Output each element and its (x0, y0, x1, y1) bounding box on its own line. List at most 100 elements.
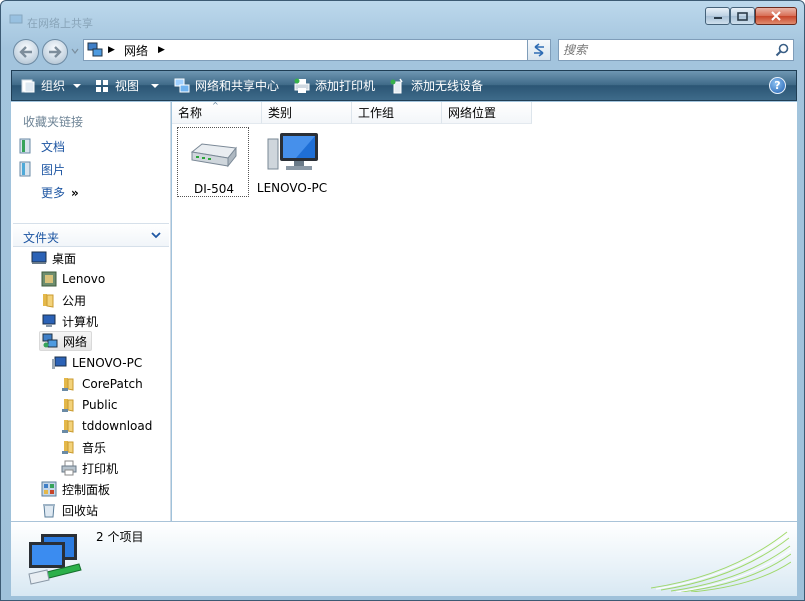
organize-button[interactable]: 组织 (20, 71, 82, 100)
network-icon (174, 78, 190, 92)
network-icon (42, 333, 58, 348)
folder-icon (43, 294, 54, 308)
column-header-workgroup[interactable]: 工作组 (352, 102, 442, 124)
column-header-name[interactable]: ^ 名称 (172, 101, 262, 124)
item-count: 2 个项目 (96, 530, 144, 544)
minimize-icon (713, 17, 722, 19)
tree-item-label: 计算机 (62, 314, 99, 329)
tree-item-label: 网络 (63, 334, 88, 349)
folders-heading: 文件夹 (23, 231, 60, 245)
favorite-item-pictures[interactable]: 图片 (19, 160, 65, 178)
column-header-label: 类别 (268, 106, 293, 120)
router-icon (190, 143, 237, 168)
organize-icon (21, 79, 35, 92)
list-item[interactable]: LENOVO-PC (256, 127, 328, 197)
back-button[interactable] (13, 39, 39, 65)
add-printer-label: 添加打印机 (315, 79, 376, 93)
tree-item-music[interactable]: 音乐 (61, 437, 106, 457)
desktop-icon (31, 251, 47, 264)
breadcrumb-chevron-icon[interactable]: ▶ (108, 45, 115, 55)
tree-item-label: 桌面 (52, 251, 77, 266)
tree-item-lenovo[interactable]: Lenovo (41, 269, 105, 289)
views-label: 视图 (115, 79, 140, 93)
search-input[interactable] (563, 42, 763, 58)
refresh-button[interactable] (527, 39, 551, 61)
tree-item-label: 音乐 (82, 440, 107, 455)
computer-icon (42, 314, 56, 327)
tree-item-corepatch[interactable]: CorePatch (61, 374, 143, 394)
address-bar[interactable]: ▶ 网络 ▶ (83, 39, 551, 61)
shared-folder-icon (62, 378, 74, 391)
favorite-item-documents[interactable]: 文档 (19, 137, 65, 155)
window-title: 在网络上共享 (27, 17, 93, 30)
favorite-item-label: 图片 (41, 162, 66, 177)
printer-icon (294, 78, 310, 93)
refresh-icon (534, 43, 544, 57)
views-button[interactable]: 视图 (94, 71, 160, 100)
tree-item-desktop[interactable]: 桌面 (31, 248, 76, 268)
tree-item-label: 公用 (62, 293, 87, 308)
add-printer-button[interactable]: 添加打印机 (294, 71, 375, 100)
close-button[interactable] (755, 7, 797, 25)
title-bar[interactable]: 在网络上共享 (1, 1, 804, 35)
documents-icon (19, 138, 31, 154)
tree-item-computer[interactable]: 计算机 (41, 311, 98, 331)
network-center-button[interactable]: 网络和共享中心 (174, 71, 279, 100)
user-folder-icon (41, 271, 57, 287)
column-header-network-location[interactable]: 网络位置 (442, 102, 532, 124)
tree-item-network[interactable]: 网络 (39, 331, 93, 351)
maximize-icon (737, 11, 748, 21)
arrow-left-icon (19, 46, 32, 58)
network-center-label: 网络和共享中心 (195, 79, 280, 93)
pictures-icon (19, 161, 31, 177)
navigation-pane: 收藏夹链接 文档 图片 更多 » 文件夹 桌面 Lenovo 公用 计算机 网络… (11, 102, 171, 521)
breadcrumb-network[interactable]: 网络 (124, 42, 148, 58)
recycle-bin-icon (43, 504, 55, 518)
tree-item-public-share[interactable]: Public (61, 395, 118, 415)
search-box[interactable] (558, 39, 794, 61)
tree-item-printers[interactable]: 打印机 (61, 458, 118, 478)
tree-item-control-panel[interactable]: 控制面板 (41, 479, 110, 499)
breadcrumb-chevron-icon[interactable]: ▶ (158, 45, 165, 55)
more-link[interactable]: 更多 » (41, 184, 79, 201)
computer-icon (267, 133, 318, 170)
file-list[interactable]: ^ 名称 类别 工作组 网络位置 DI-504 LENOVO-PC (172, 101, 797, 521)
tree-item-tddownload[interactable]: tddownload (61, 416, 152, 436)
add-wireless-button[interactable]: 添加无线设备 (390, 71, 483, 100)
minimize-button[interactable] (705, 7, 730, 25)
views-icon (96, 79, 108, 92)
forward-button[interactable] (42, 39, 68, 65)
double-chevron-icon: » (71, 185, 79, 200)
shared-folder-icon (62, 420, 74, 433)
column-header-label: 名称 (178, 106, 203, 120)
network-icon (87, 42, 103, 57)
maximize-button[interactable] (730, 7, 755, 25)
column-header-type[interactable]: 类别 (262, 102, 352, 124)
sort-ascending-icon: ^ (212, 101, 219, 110)
chevron-down-icon (151, 83, 160, 88)
column-header-label: 工作组 (358, 106, 395, 120)
tree-item-label: 控制面板 (62, 482, 111, 497)
list-item[interactable]: DI-504 (177, 127, 249, 197)
column-header-label: 网络位置 (448, 106, 497, 120)
tree-item-label: 打印机 (82, 461, 119, 476)
control-panel-icon (41, 481, 57, 497)
shared-folder-icon (62, 441, 74, 454)
tree-item-public[interactable]: 公用 (41, 290, 86, 310)
more-label: 更多 (41, 186, 66, 200)
network-icon (28, 534, 82, 585)
tree-item-lenovo-pc[interactable]: LENOVO-PC (51, 353, 142, 373)
organize-label: 组织 (41, 79, 66, 93)
wireless-device-icon (390, 78, 403, 93)
tree-item-label: Public (82, 398, 118, 412)
recent-pages-dropdown-icon[interactable] (71, 47, 79, 55)
details-pane: 2 个项目 (11, 521, 797, 596)
tree-item-recycle-bin[interactable]: 回收站 (41, 500, 98, 520)
command-bar: 组织 视图 网络和共享中心 添加打印机 添加无线设备 ? (11, 70, 797, 101)
chevron-down-icon (151, 232, 161, 239)
tree-item-label: CorePatch (82, 377, 143, 391)
folders-header[interactable]: 文件夹 (13, 223, 169, 247)
search-icon[interactable] (775, 43, 789, 57)
favorite-item-label: 文档 (41, 139, 66, 154)
help-button[interactable]: ? (769, 77, 786, 94)
